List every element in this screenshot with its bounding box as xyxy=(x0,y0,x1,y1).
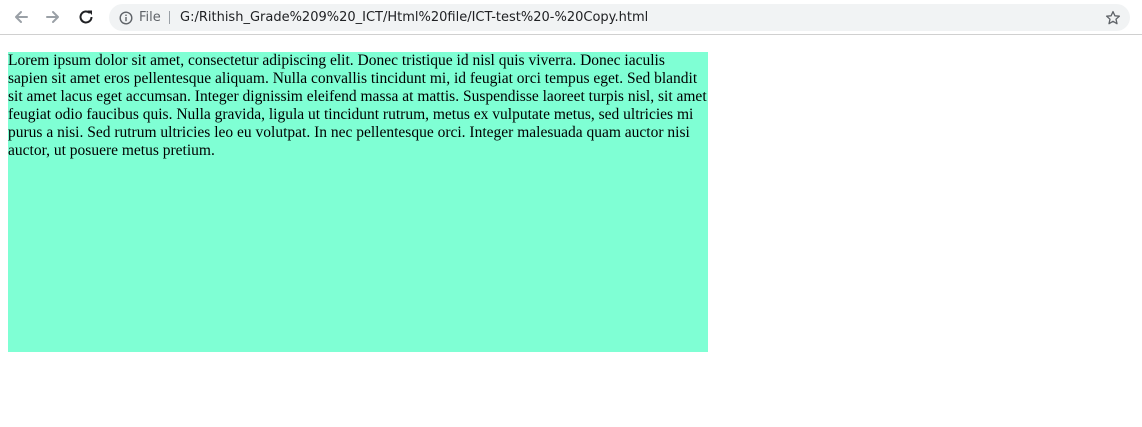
content-box: Lorem ipsum dolor sit amet, consectetur … xyxy=(8,52,708,352)
lorem-paragraph: Lorem ipsum dolor sit amet, consectetur … xyxy=(8,52,707,159)
url-text[interactable]: G:/Rithish_Grade%209%20_ICT/Html%20file/… xyxy=(180,4,648,31)
site-info-button[interactable]: File xyxy=(119,10,161,25)
back-button[interactable] xyxy=(9,5,33,29)
bookmark-button[interactable] xyxy=(1105,10,1121,26)
reload-button[interactable] xyxy=(74,5,98,29)
browser-toolbar: File G:/Rithish_Grade%209%20_ICT/Html%20… xyxy=(0,0,1142,35)
address-bar[interactable]: File G:/Rithish_Grade%209%20_ICT/Html%20… xyxy=(109,4,1130,31)
info-circle-icon xyxy=(119,10,133,25)
arrow-left-icon xyxy=(15,11,28,23)
reload-icon xyxy=(79,10,93,24)
arrow-right-icon xyxy=(46,11,59,23)
address-divider xyxy=(169,11,170,24)
forward-button[interactable] xyxy=(41,5,65,29)
scheme-label: File xyxy=(139,10,161,25)
page-content: Lorem ipsum dolor sit amet, consectetur … xyxy=(0,36,1142,427)
star-outline-icon xyxy=(1105,10,1121,25)
